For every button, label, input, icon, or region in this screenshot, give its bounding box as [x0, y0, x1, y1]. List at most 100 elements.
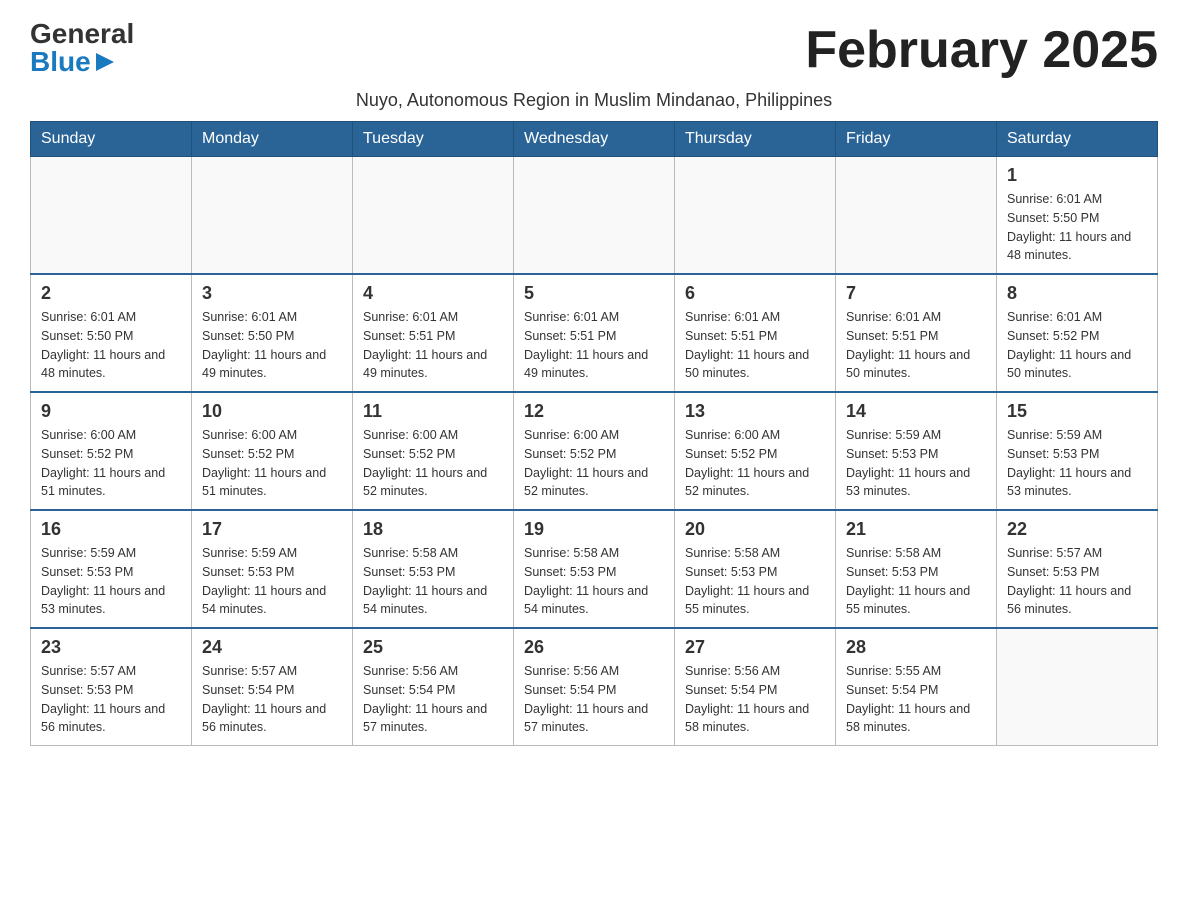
logo-arrow-icon	[94, 51, 116, 73]
day-number: 21	[846, 519, 986, 540]
logo: General Blue	[30, 20, 134, 76]
day-number: 7	[846, 283, 986, 304]
day-info: Sunrise: 5:55 AMSunset: 5:54 PMDaylight:…	[846, 662, 986, 737]
calendar-cell: 28 Sunrise: 5:55 AMSunset: 5:54 PMDayligh…	[836, 628, 997, 746]
day-number: 9	[41, 401, 181, 422]
calendar-cell: 8 Sunrise: 6:01 AMSunset: 5:52 PMDaylight…	[997, 274, 1158, 392]
day-info: Sunrise: 5:57 AMSunset: 5:53 PMDaylight:…	[1007, 544, 1147, 619]
day-number: 25	[363, 637, 503, 658]
column-header-monday: Monday	[192, 122, 353, 157]
page-header: General Blue February 2025	[30, 20, 1158, 80]
day-number: 2	[41, 283, 181, 304]
calendar-cell: 27 Sunrise: 5:56 AMSunset: 5:54 PMDayligh…	[675, 628, 836, 746]
calendar-cell: 22Sunrise: 5:57 AMSunset: 5:53 PMDayligh…	[997, 510, 1158, 628]
day-info: Sunrise: 6:00 AMSunset: 5:52 PMDaylight:…	[685, 426, 825, 501]
day-info: Sunrise: 5:59 AMSunset: 5:53 PMDaylight:…	[41, 544, 181, 619]
day-info: Sunrise: 5:58 AMSunset: 5:53 PMDaylight:…	[363, 544, 503, 619]
day-number: 27	[685, 637, 825, 658]
calendar-week-row: 1 Sunrise: 6:01 AMSunset: 5:50 PMDaylight…	[31, 157, 1158, 275]
day-number: 8	[1007, 283, 1147, 304]
column-header-saturday: Saturday	[997, 122, 1158, 157]
day-info: Sunrise: 5:56 AMSunset: 5:54 PMDaylight:…	[363, 662, 503, 737]
calendar-cell: 10 Sunrise: 6:00 AMSunset: 5:52 PMDayligh…	[192, 392, 353, 510]
logo-general-text: General	[30, 20, 134, 48]
day-info: Sunrise: 5:57 AMSunset: 5:53 PMDaylight:…	[41, 662, 181, 737]
day-info: Sunrise: 6:01 AMSunset: 5:51 PMDaylight:…	[846, 308, 986, 383]
calendar-cell: 23 Sunrise: 5:57 AMSunset: 5:53 PMDayligh…	[31, 628, 192, 746]
column-header-wednesday: Wednesday	[514, 122, 675, 157]
day-number: 12	[524, 401, 664, 422]
calendar-cell: 21 Sunrise: 5:58 AMSunset: 5:53 PMDayligh…	[836, 510, 997, 628]
day-number: 15	[1007, 401, 1147, 422]
day-info: Sunrise: 6:00 AMSunset: 5:52 PMDaylight:…	[202, 426, 342, 501]
day-info: Sunrise: 6:01 AMSunset: 5:50 PMDaylight:…	[41, 308, 181, 383]
day-number: 3	[202, 283, 342, 304]
day-number: 16	[41, 519, 181, 540]
calendar-cell: 1 Sunrise: 6:01 AMSunset: 5:50 PMDaylight…	[997, 157, 1158, 275]
calendar-cell: 5Sunrise: 6:01 AMSunset: 5:51 PMDaylight…	[514, 274, 675, 392]
day-info: Sunrise: 5:59 AMSunset: 5:53 PMDaylight:…	[1007, 426, 1147, 501]
calendar-cell: 4 Sunrise: 6:01 AMSunset: 5:51 PMDaylight…	[353, 274, 514, 392]
calendar-cell	[675, 157, 836, 275]
calendar-cell: 26 Sunrise: 5:56 AMSunset: 5:54 PMDayligh…	[514, 628, 675, 746]
calendar-week-row: 23 Sunrise: 5:57 AMSunset: 5:53 PMDayligh…	[31, 628, 1158, 746]
calendar-cell: 6 Sunrise: 6:01 AMSunset: 5:51 PMDaylight…	[675, 274, 836, 392]
calendar-cell: 25 Sunrise: 5:56 AMSunset: 5:54 PMDayligh…	[353, 628, 514, 746]
day-number: 10	[202, 401, 342, 422]
day-number: 28	[846, 637, 986, 658]
day-number: 18	[363, 519, 503, 540]
column-header-friday: Friday	[836, 122, 997, 157]
day-info: Sunrise: 6:00 AMSunset: 5:52 PMDaylight:…	[41, 426, 181, 501]
calendar-cell: 24Sunrise: 5:57 AMSunset: 5:54 PMDayligh…	[192, 628, 353, 746]
day-info: Sunrise: 5:58 AMSunset: 5:53 PMDaylight:…	[846, 544, 986, 619]
column-header-thursday: Thursday	[675, 122, 836, 157]
calendar-cell	[192, 157, 353, 275]
day-number: 1	[1007, 165, 1147, 186]
day-number: 19	[524, 519, 664, 540]
day-info: Sunrise: 6:00 AMSunset: 5:52 PMDaylight:…	[524, 426, 664, 501]
calendar-cell	[836, 157, 997, 275]
day-info: Sunrise: 6:01 AMSunset: 5:52 PMDaylight:…	[1007, 308, 1147, 383]
day-info: Sunrise: 6:01 AMSunset: 5:50 PMDaylight:…	[202, 308, 342, 383]
day-number: 26	[524, 637, 664, 658]
month-title: February 2025	[805, 20, 1158, 80]
calendar-cell: 16 Sunrise: 5:59 AMSunset: 5:53 PMDayligh…	[31, 510, 192, 628]
day-info: Sunrise: 5:58 AMSunset: 5:53 PMDaylight:…	[524, 544, 664, 619]
day-number: 24	[202, 637, 342, 658]
day-info: Sunrise: 5:59 AMSunset: 5:53 PMDaylight:…	[846, 426, 986, 501]
calendar-table: SundayMondayTuesdayWednesdayThursdayFrid…	[30, 121, 1158, 746]
calendar-cell: 19 Sunrise: 5:58 AMSunset: 5:53 PMDayligh…	[514, 510, 675, 628]
calendar-week-row: 9 Sunrise: 6:00 AMSunset: 5:52 PMDaylight…	[31, 392, 1158, 510]
calendar-cell: 9 Sunrise: 6:00 AMSunset: 5:52 PMDaylight…	[31, 392, 192, 510]
day-number: 13	[685, 401, 825, 422]
day-info: Sunrise: 5:56 AMSunset: 5:54 PMDaylight:…	[524, 662, 664, 737]
day-info: Sunrise: 6:00 AMSunset: 5:52 PMDaylight:…	[363, 426, 503, 501]
calendar-cell	[997, 628, 1158, 746]
day-number: 17	[202, 519, 342, 540]
column-header-tuesday: Tuesday	[353, 122, 514, 157]
day-info: Sunrise: 5:56 AMSunset: 5:54 PMDaylight:…	[685, 662, 825, 737]
day-info: Sunrise: 6:01 AMSunset: 5:51 PMDaylight:…	[685, 308, 825, 383]
day-number: 11	[363, 401, 503, 422]
column-header-sunday: Sunday	[31, 122, 192, 157]
calendar-cell: 18 Sunrise: 5:58 AMSunset: 5:53 PMDayligh…	[353, 510, 514, 628]
calendar-cell: 15 Sunrise: 5:59 AMSunset: 5:53 PMDayligh…	[997, 392, 1158, 510]
day-info: Sunrise: 6:01 AMSunset: 5:50 PMDaylight:…	[1007, 190, 1147, 265]
subtitle: Nuyo, Autonomous Region in Muslim Mindan…	[30, 90, 1158, 111]
logo-blue-text: Blue	[30, 48, 91, 76]
day-number: 23	[41, 637, 181, 658]
day-number: 4	[363, 283, 503, 304]
calendar-cell: 17 Sunrise: 5:59 AMSunset: 5:53 PMDayligh…	[192, 510, 353, 628]
calendar-cell	[514, 157, 675, 275]
day-info: Sunrise: 6:01 AMSunset: 5:51 PMDaylight:…	[363, 308, 503, 383]
calendar-cell: 13 Sunrise: 6:00 AMSunset: 5:52 PMDayligh…	[675, 392, 836, 510]
calendar-cell	[353, 157, 514, 275]
day-number: 6	[685, 283, 825, 304]
calendar-cell: 2 Sunrise: 6:01 AMSunset: 5:50 PMDaylight…	[31, 274, 192, 392]
calendar-cell: 12 Sunrise: 6:00 AMSunset: 5:52 PMDayligh…	[514, 392, 675, 510]
calendar-cell: 3 Sunrise: 6:01 AMSunset: 5:50 PMDaylight…	[192, 274, 353, 392]
calendar-cell: 20Sunrise: 5:58 AMSunset: 5:53 PMDayligh…	[675, 510, 836, 628]
day-info: Sunrise: 5:59 AMSunset: 5:53 PMDaylight:…	[202, 544, 342, 619]
calendar-cell: 11 Sunrise: 6:00 AMSunset: 5:52 PMDayligh…	[353, 392, 514, 510]
calendar-week-row: 16 Sunrise: 5:59 AMSunset: 5:53 PMDayligh…	[31, 510, 1158, 628]
